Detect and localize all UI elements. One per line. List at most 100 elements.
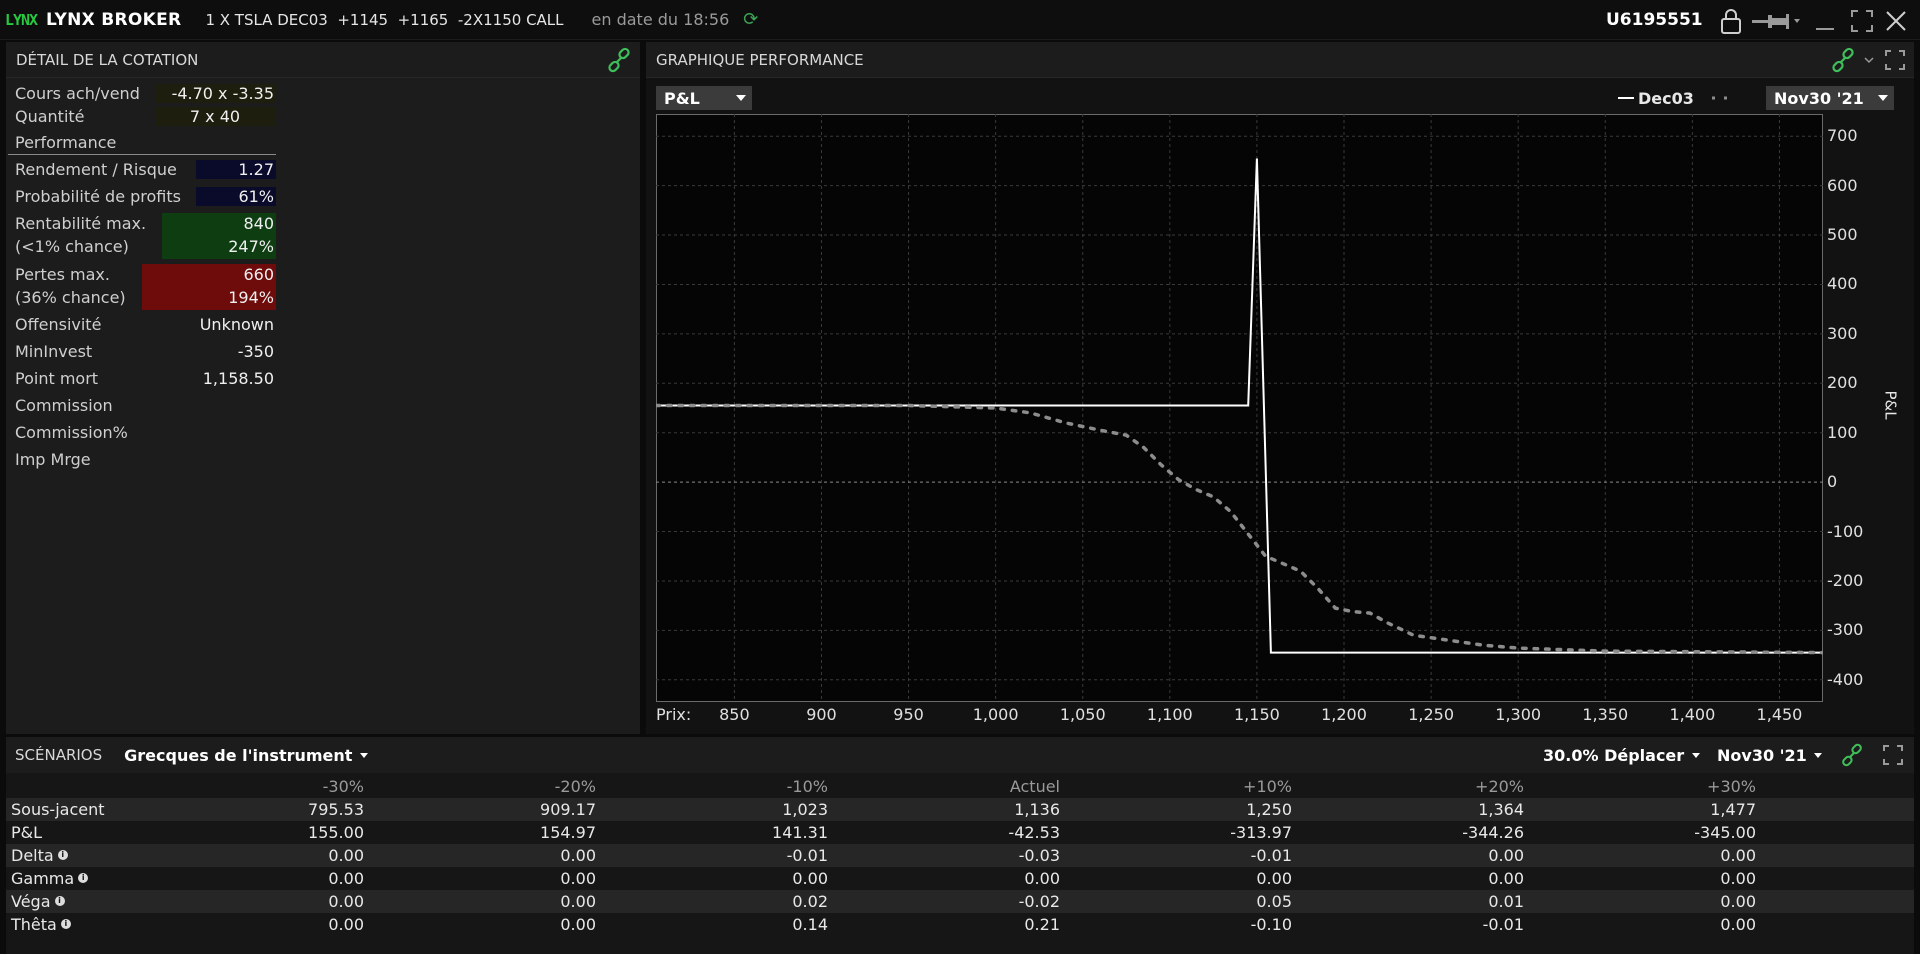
table-cell: 0.02 <box>792 892 828 911</box>
scenario-row-label: Delta <box>11 846 54 865</box>
x-tick-label: 1,150 <box>1234 705 1280 724</box>
series-line-1 <box>654 403 1825 655</box>
performance-chart <box>654 114 1825 702</box>
table-cell: 1,023 <box>782 800 828 819</box>
scenario-column-5: +20% <box>1475 777 1524 796</box>
table-cell: -0.03 <box>1018 846 1060 865</box>
scenarios-table: -30% -20% -10% Actuel +10% +20% +30% Sous-jacen… <box>6 775 1914 936</box>
table-cell: 0.00 <box>1256 869 1292 888</box>
table-cell: 0.00 <box>1720 892 1756 911</box>
profit-probability-value: 61% <box>196 187 276 206</box>
table-cell: -0.02 <box>1018 892 1060 911</box>
y-tick-label: 200 <box>1827 373 1858 393</box>
shift-select[interactable]: 30.0% Déplacer <box>1543 746 1700 765</box>
scenario-row-label: Véga <box>11 892 51 911</box>
link-icon[interactable] <box>1840 743 1864 767</box>
bid-ask-label: Cours ach/vend <box>15 84 140 103</box>
scenarios-title: SCÉNARIOS <box>15 746 103 764</box>
link-icon[interactable] <box>606 47 632 73</box>
account-id: U6195551 <box>1606 10 1703 30</box>
table-cell: 1,136 <box>1014 800 1060 819</box>
max-profit-percent: 247% <box>228 237 274 256</box>
scenario-column-3: Actuel <box>1009 777 1060 796</box>
performance-header: Performance <box>8 133 276 155</box>
y-tick-label: -300 <box>1827 620 1864 640</box>
bid-ask-value: -4.70 x -3.35 <box>156 84 276 103</box>
metric-select[interactable]: P&L <box>656 86 752 110</box>
pin-icon[interactable] <box>1752 11 1802 31</box>
y-tick-label: -400 <box>1827 669 1864 689</box>
profit-probability-label: Probabilité de profits <box>15 187 181 206</box>
commission-row: Commission <box>15 396 113 415</box>
refresh-icon[interactable]: ⟳ <box>743 9 758 30</box>
x-tick-label: 850 <box>719 705 750 724</box>
y-tick-label: 600 <box>1827 175 1858 195</box>
x-tick-label: 1,100 <box>1146 705 1193 724</box>
table-cell: -0.10 <box>1250 915 1292 934</box>
x-tick-label: 900 <box>806 705 837 724</box>
bid-ask-row: Cours ach/vend -4.70 x -3.35 <box>8 84 276 106</box>
strategy-description: 1 X TSLA DEC03 +1145 +1165 -2X1150 CALL <box>205 10 564 29</box>
price-axis-label: Prix: <box>656 705 692 724</box>
scenario-date-select[interactable]: Nov30 '21 <box>1717 746 1823 765</box>
return-risk-value: 1.27 <box>196 160 276 179</box>
min-invest-row: MinInvest -350 <box>15 342 274 361</box>
scenario-column-4: +10% <box>1243 777 1292 796</box>
table-cell: 0.01 <box>1488 892 1524 911</box>
x-tick-label: 950 <box>893 705 924 724</box>
info-icon[interactable]: i <box>60 919 71 929</box>
table-cell: 0.00 <box>560 915 596 934</box>
y-tick-label: 0 <box>1827 472 1838 492</box>
lynx-logo: LYNX <box>4 10 38 29</box>
scenarios-column-header: -30% -20% -10% Actuel +10% +20% +30% <box>6 775 1914 798</box>
info-icon[interactable]: i <box>78 873 89 883</box>
table-cell: 141.31 <box>772 823 828 842</box>
lock-icon[interactable] <box>1717 7 1745 35</box>
caret-icon <box>736 95 746 101</box>
table-cell: 0.00 <box>1488 869 1524 888</box>
table-cell: -0.01 <box>1250 846 1292 865</box>
table-cell: 0.00 <box>1488 846 1524 865</box>
brand-name: LYNX BROKER <box>46 9 182 30</box>
chart-legend: Dec03 <box>1618 86 1736 110</box>
margin-impact-row: Imp Mrge <box>15 450 91 469</box>
quote-detail-title: DÉTAIL DE LA COTATION <box>6 42 640 78</box>
close-icon[interactable] <box>1884 9 1908 33</box>
max-profit-label: Rentabilité max. <box>15 214 147 233</box>
table-cell: 0.00 <box>560 846 596 865</box>
max-profit-row: Rentabilité max. (<1% chance) 840 247% <box>8 213 276 259</box>
y-tick-label: 300 <box>1827 323 1858 343</box>
legend-solid-line <box>1618 97 1634 99</box>
table-cell: 0.00 <box>328 915 364 934</box>
y-tick-label: 500 <box>1827 225 1858 245</box>
table-cell: -0.01 <box>1482 915 1524 934</box>
max-profit-value: 840 <box>243 214 274 233</box>
legend-dotted-line <box>1711 96 1736 100</box>
info-icon[interactable]: i <box>54 896 65 906</box>
caret-icon <box>1691 753 1700 758</box>
commission-percent-row: Commission% <box>15 423 128 442</box>
table-cell: 1,250 <box>1246 800 1292 819</box>
max-loss-chance-label: (36% chance) <box>15 288 126 307</box>
expand-icon[interactable] <box>1882 744 1904 766</box>
view-select[interactable]: Grecques de l'instrument <box>124 746 369 765</box>
info-icon[interactable]: i <box>57 850 68 860</box>
max-loss-percent: 194% <box>228 288 274 307</box>
table-cell: 0.00 <box>560 892 596 911</box>
max-loss-label: Pertes max. <box>15 265 110 284</box>
expand-icon[interactable] <box>1884 49 1906 71</box>
y-tick-label: 400 <box>1827 274 1858 294</box>
table-row: Sous-jacent 795.53 909.17 1,023 1,136 1,250 1,… <box>6 798 1914 821</box>
scenario-row-label: Sous-jacent <box>11 800 105 819</box>
table-row: Delta i 0.00 0.00 -0.01 -0.03 -0.01 0.00 0.00 <box>6 844 1914 867</box>
max-loss-row: Pertes max. (36% chance) 660 194% <box>8 264 276 310</box>
x-tick-label: 1,000 <box>972 705 1019 724</box>
table-cell: 0.00 <box>792 869 828 888</box>
y-tick-label: 700 <box>1827 126 1858 146</box>
quantity-value: 7 x 40 <box>156 107 276 126</box>
x-tick-label: 1,450 <box>1756 705 1803 724</box>
scenario-row-label: Thêta <box>11 915 57 934</box>
scenario-column-2: -10% <box>786 777 828 796</box>
table-cell: 0.14 <box>792 915 828 934</box>
table-cell: 909.17 <box>540 800 596 819</box>
